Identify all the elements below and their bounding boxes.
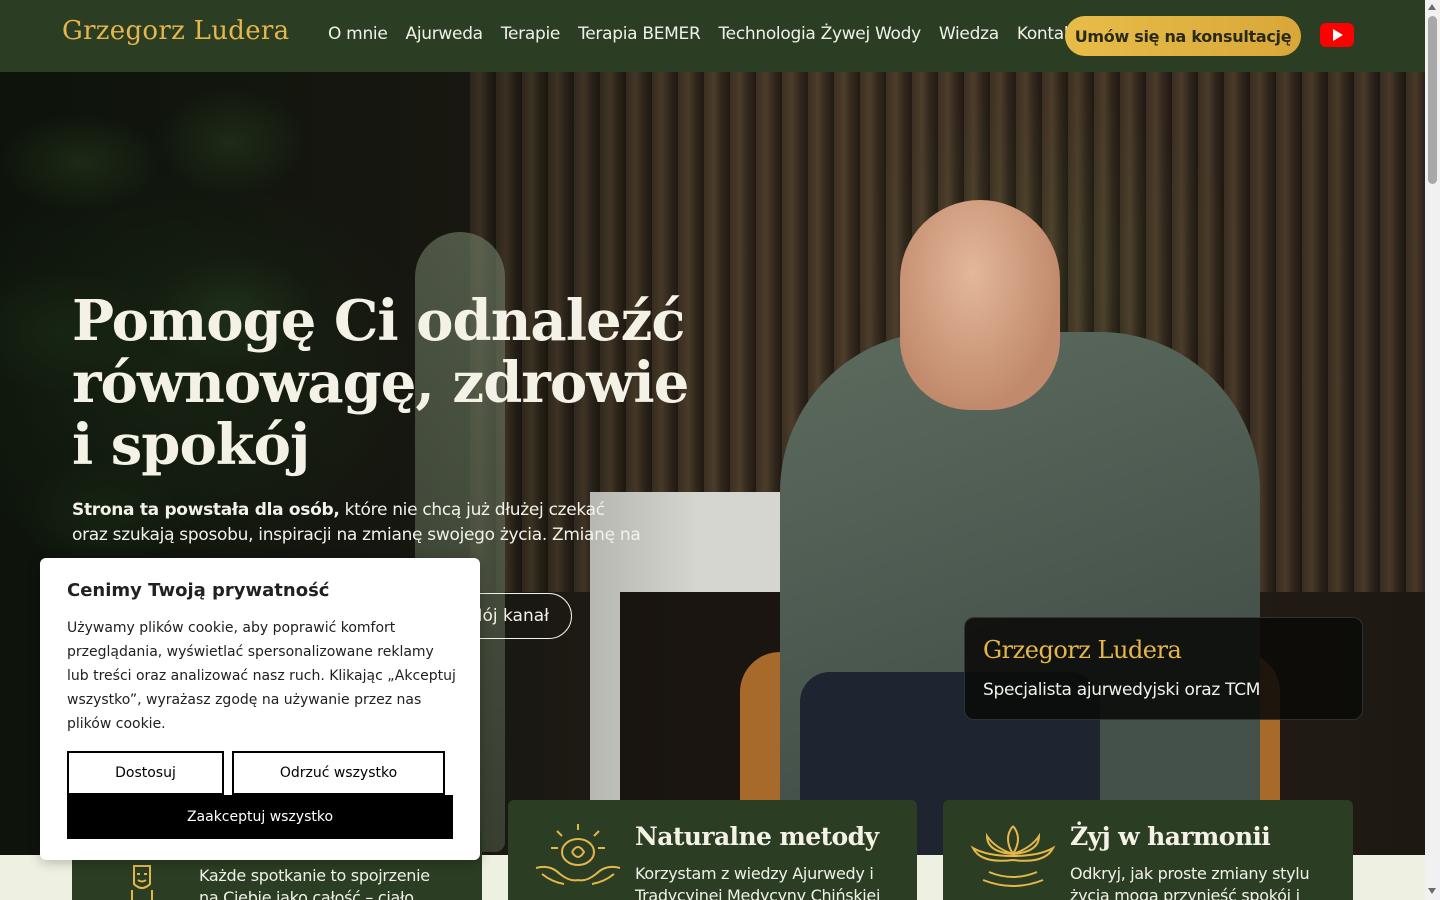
hero-title-line-2: równowagę, zdrowie (72, 350, 689, 416)
cookie-consent-banner: Cenimy Twoją prywatność Używamy plików c… (40, 558, 480, 860)
feature-harmony-text: Odkryj, jak proste zmiany stylu życia mo… (1070, 864, 1310, 900)
cookie-description: Używamy plików cookie, aby poprawić komf… (67, 620, 456, 732)
feature-natural-text: Korzystam z wiedzy Ajurwedy i Tradycyjne… (635, 864, 881, 900)
name-card: Grzegorz Ludera Specjalista ajurwedyjski… (964, 617, 1363, 720)
hero-description: Strona ta powstała dla osób, które nie c… (72, 498, 642, 548)
cookie-accept-all-button[interactable]: Zaakceptuj wszystko (67, 795, 453, 839)
hero-description-bold: Strona ta powstała dla osób, (72, 500, 340, 520)
cookie-title: Cenimy Twoją prywatność (67, 580, 330, 601)
nav-o-mnie[interactable]: O mnie (328, 24, 388, 44)
scroll-thumb[interactable] (1428, 16, 1437, 184)
cookie-reject-all-button[interactable]: Odrzuć wszystko (232, 751, 445, 795)
nav-wiedza[interactable]: Wiedza (939, 24, 999, 44)
hero-title-line-3: i spokój (72, 412, 310, 478)
name-card-subtitle: Specjalista ajurwedyjski oraz TCM (983, 680, 1261, 700)
feature-card-natural: Naturalne metody Korzystam z wiedzy Ajur… (508, 800, 917, 900)
lotus-icon (970, 825, 1056, 887)
feature-harmony-title: Żyj w harmonii (1070, 822, 1271, 851)
site-header: Grzegorz Ludera O mnie Ajurweda Terapie … (0, 0, 1425, 72)
nav-terapia-bemer[interactable]: Terapia BEMER (578, 24, 701, 44)
main-nav: O mnie Ajurweda Terapie Terapia BEMER Te… (328, 24, 1098, 44)
feature-holistic-text: Każde spotkanie to spojrzenie na Ciebie … (199, 866, 430, 900)
hands-leaf-icon (535, 824, 621, 885)
scroll-down-arrow-icon[interactable] (1428, 888, 1436, 894)
name-card-title: Grzegorz Ludera (983, 636, 1182, 664)
site-logo[interactable]: Grzegorz Ludera (62, 16, 289, 46)
hero-title-line-1: Pomogę Ci odnaleźć (72, 288, 685, 354)
nav-terapie[interactable]: Terapie (501, 24, 561, 44)
book-consultation-button[interactable]: Umów się na konsultację (1065, 16, 1301, 56)
portrait-head (900, 200, 1060, 410)
youtube-icon[interactable] (1320, 23, 1354, 47)
hero-title: Pomogę Ci odnaleźć równowagę, zdrowie i … (72, 290, 692, 476)
scroll-up-arrow-icon[interactable] (1428, 4, 1436, 10)
nav-ajurweda[interactable]: Ajurweda (406, 24, 484, 44)
feature-natural-title: Naturalne metody (635, 822, 879, 851)
nav-technologia-zywej-wody[interactable]: Technologia Żywej Wody (718, 24, 921, 44)
cookie-customize-button[interactable]: Dostosuj (67, 751, 224, 795)
page-scrollbar[interactable] (1425, 0, 1440, 900)
feature-card-harmony: Żyj w harmonii Odkryj, jak proste zmiany… (943, 800, 1353, 900)
